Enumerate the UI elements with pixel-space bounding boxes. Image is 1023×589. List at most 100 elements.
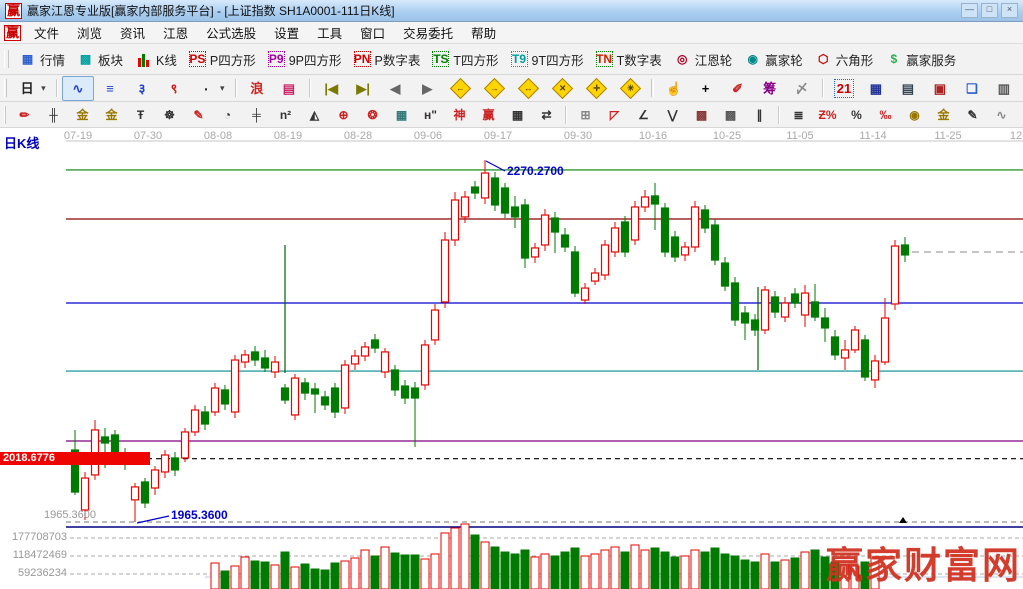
comb2-tool[interactable]: ╪	[242, 104, 271, 126]
ying-tool[interactable]: 赢	[474, 104, 503, 126]
menu-工具[interactable]: 工具	[308, 21, 351, 44]
fan-web-tool[interactable]: ◸	[600, 104, 629, 126]
zoom-wave-button[interactable]: ∿	[62, 76, 94, 101]
chart-area[interactable]: 07-1907-3008-0808-1908-2809-0609-1709-30…	[0, 128, 1023, 589]
current-price-marker: 2018.6776	[0, 452, 150, 465]
minute3-chart-button[interactable]: ३	[126, 76, 158, 101]
menu-文件[interactable]: 文件	[25, 21, 68, 44]
save-button[interactable]: ▣	[924, 76, 956, 101]
grid-box-tool[interactable]: ▦	[387, 104, 416, 126]
speed-line-tool[interactable]: ∠	[629, 104, 658, 126]
p-number-table-button[interactable]: PNP数字表	[348, 47, 427, 72]
menu-交易委托[interactable]: 交易委托	[394, 21, 462, 44]
t-number-table-button[interactable]: TNT数字表	[590, 47, 668, 72]
menu-设置[interactable]: 设置	[265, 21, 308, 44]
parallel-lines-tool[interactable]: ∥	[745, 104, 774, 126]
9p-square-button[interactable]: P99P四方形	[262, 47, 348, 72]
dark-grid-tool[interactable]: ▩	[716, 104, 745, 126]
wave-count-button[interactable]: 浪	[241, 76, 273, 101]
gold-grid2-tool[interactable]: 金	[97, 104, 126, 126]
percent-tool[interactable]: %	[842, 104, 871, 126]
menu-公式选股[interactable]: 公式选股	[197, 21, 265, 44]
minimize-button[interactable]: —	[961, 3, 978, 18]
k-mark-tool[interactable]: ʜ"	[416, 104, 445, 126]
crosshair-tool-button[interactable]: +	[690, 76, 722, 101]
winner-service-button[interactable]: $赢家服务	[879, 47, 962, 72]
x-axis-tick-10-16: 10-16	[639, 130, 667, 142]
candlestick-chart[interactable]	[0, 128, 1023, 589]
fit-x-button[interactable]: ↔	[511, 75, 545, 102]
calculator-button[interactable]: ▦	[860, 76, 892, 101]
notepad-button[interactable]: ▤	[892, 76, 924, 101]
chip-distribution-button[interactable]: 筹	[754, 76, 786, 101]
p-square-button[interactable]: PSP四方形	[183, 47, 262, 72]
f-line-tool[interactable]: Ŧ	[126, 104, 155, 126]
gann-comb-tool[interactable]: ╫	[39, 104, 68, 126]
minute9-chart-button[interactable]: ९	[158, 76, 190, 101]
n-square-tool[interactable]: n²	[271, 104, 300, 126]
shrink-x-button[interactable]: ←	[443, 75, 477, 102]
expand-x-button[interactable]: →	[477, 75, 511, 102]
quotes-button[interactable]: ▦行情	[13, 47, 71, 72]
volume-profile-button[interactable]: ▤	[273, 76, 305, 101]
jump-last-button[interactable]: ▶|	[347, 76, 379, 101]
9t-square-button[interactable]: T99T四方形	[505, 47, 590, 72]
menu-资讯[interactable]: 资讯	[111, 21, 154, 44]
close-button[interactable]: ×	[1001, 3, 1018, 18]
gold-grid-tool[interactable]: 金	[68, 104, 97, 126]
menubar: 赢 文件浏览资讯江恩公式选股设置工具窗口交易委托帮助	[0, 22, 1023, 44]
toolbar-button-label: 六角形	[836, 50, 874, 69]
time-circle-tool[interactable]: ◔	[213, 104, 242, 126]
calendar-button[interactable]: 21	[828, 76, 860, 101]
trend-knot-button[interactable]: 〆	[786, 76, 818, 101]
shrink-all-button[interactable]: ✕	[545, 75, 579, 102]
t-square-button[interactable]: TST四方形	[426, 47, 504, 72]
page-left-button[interactable]: ◀	[379, 76, 411, 101]
menu-窗口[interactable]: 窗口	[351, 21, 394, 44]
print-button[interactable]: ▥	[988, 76, 1020, 101]
hand-tool-button[interactable]: ☝	[658, 76, 690, 101]
winner-wheel-button[interactable]: ◉赢家轮	[738, 47, 809, 72]
info-panel-button[interactable]: ≡	[94, 76, 126, 101]
percent-z-tool[interactable]: Ƶ%	[813, 104, 842, 126]
expand-all-button[interactable]: ✛	[579, 75, 613, 102]
frame-tool[interactable]: ⊞	[571, 104, 600, 126]
wave-tool[interactable]: ∿	[987, 104, 1016, 126]
gold-levels-tool[interactable]: 金	[929, 104, 958, 126]
x-axis-tick-08-08: 08-08	[204, 130, 232, 142]
angle-tool[interactable]: ◭	[300, 104, 329, 126]
marker-pen-button[interactable]: ✐	[722, 76, 754, 101]
bars-tool[interactable]: ≣	[784, 104, 813, 126]
span-arrow-tool[interactable]: ⇄	[532, 104, 561, 126]
star-web-tool[interactable]: ❂	[358, 104, 387, 126]
sectors-button[interactable]: ▩板块	[71, 47, 129, 72]
candle-style-dropdown[interactable]: ۰▾	[190, 76, 231, 101]
maximize-button[interactable]: □	[981, 3, 998, 18]
toolbar-button-label: 江恩轮	[695, 50, 733, 69]
grid123-tool[interactable]: ▦	[503, 104, 532, 126]
red-grid-tool[interactable]: ▩	[687, 104, 716, 126]
fit-all-button[interactable]: ✳	[613, 75, 647, 102]
menu-浏览[interactable]: 浏览	[68, 21, 111, 44]
zigzag-tool[interactable]: ⋁	[658, 104, 687, 126]
period-dropdown[interactable]: 日▾	[11, 76, 52, 101]
volume-axis-label: 177708703	[3, 531, 67, 543]
jump-first-button[interactable]: |◀	[315, 76, 347, 101]
gann-wheel-button[interactable]: ◎江恩轮	[668, 47, 739, 72]
spiral-tool[interactable]: ☸	[155, 104, 184, 126]
pencil-tool[interactable]: ✏	[10, 104, 39, 126]
red-pen-tool[interactable]: ✎	[184, 104, 213, 126]
pen-levels-tool[interactable]: ✎	[958, 104, 987, 126]
windows-button[interactable]: ❏	[956, 76, 988, 101]
menu-江恩[interactable]: 江恩	[154, 21, 197, 44]
shen-tool[interactable]: 神	[445, 104, 474, 126]
circle-cross-tool[interactable]: ⊕	[329, 104, 358, 126]
menu-帮助[interactable]: 帮助	[462, 21, 505, 44]
gold-line-tool[interactable]: 金	[1016, 104, 1023, 126]
gold-circle-tool[interactable]: ◉	[900, 104, 929, 126]
page-right-button[interactable]: ▶	[411, 76, 443, 101]
toolbar-button-label: T四方形	[453, 50, 498, 69]
hexagon-button[interactable]: ⬡六角形	[809, 47, 880, 72]
permille-tool[interactable]: ‰	[871, 104, 900, 126]
kline-button[interactable]: K线	[129, 47, 183, 72]
